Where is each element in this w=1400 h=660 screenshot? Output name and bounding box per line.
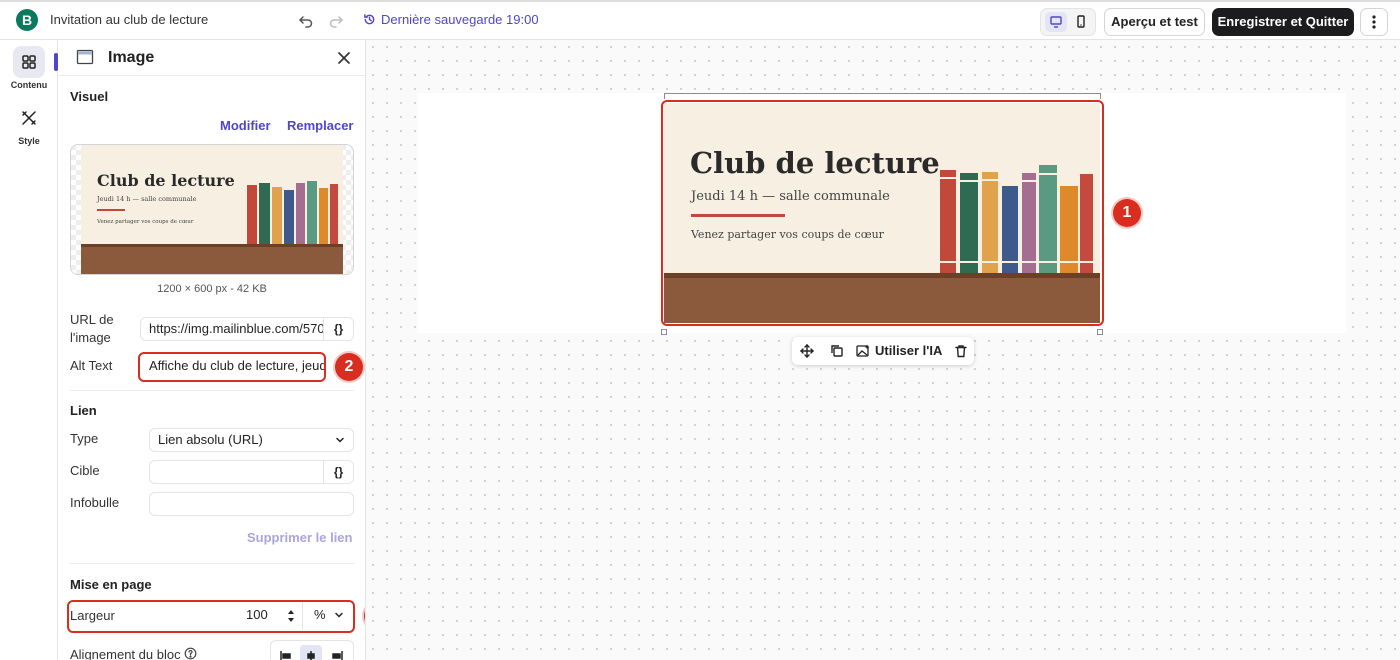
panel-title: Image bbox=[108, 49, 155, 66]
merge-tag-icon[interactable]: {} bbox=[323, 461, 353, 483]
align-center-icon[interactable] bbox=[300, 645, 322, 660]
highlight-box-image bbox=[661, 100, 1104, 326]
highlight-box-alt-text bbox=[138, 352, 326, 382]
redo-icon[interactable] bbox=[327, 12, 345, 30]
visual-section-title: Visuel bbox=[70, 89, 109, 104]
editor-canvas[interactable]: Club de lecture Jeudi 14 h — salle commu… bbox=[366, 40, 1400, 660]
trash-icon[interactable] bbox=[953, 343, 969, 359]
link-target-field[interactable]: {} bbox=[149, 460, 354, 484]
image-block-icon bbox=[76, 48, 94, 66]
thumbnail-subtitle: Jeudi 14 h — salle communale bbox=[96, 195, 197, 203]
selection-outline bbox=[664, 93, 665, 99]
replace-image-link[interactable]: Remplacer bbox=[287, 118, 353, 133]
layout-section-title: Mise en page bbox=[70, 577, 152, 592]
block-alignment-text: Alignement du bloc bbox=[70, 647, 181, 660]
step-badge-2: 2 bbox=[335, 353, 363, 381]
ai-image-icon[interactable] bbox=[855, 343, 871, 359]
side-rail: Contenu Style bbox=[0, 40, 58, 660]
target-label: Cible bbox=[70, 463, 100, 478]
device-toggle bbox=[1040, 8, 1096, 36]
align-right-icon[interactable] bbox=[326, 645, 348, 660]
brush-ruler-icon bbox=[13, 102, 45, 134]
highlight-box-width bbox=[67, 600, 355, 633]
close-icon[interactable] bbox=[336, 50, 352, 66]
alt-text-label: Alt Text bbox=[70, 358, 113, 373]
image-thumbnail[interactable]: Club de lecture Jeudi 14 h — salle commu… bbox=[70, 144, 354, 275]
type-label: Type bbox=[70, 431, 99, 446]
document-title[interactable]: Invitation au club de lecture bbox=[50, 12, 208, 27]
selection-outline bbox=[1100, 93, 1101, 99]
link-type-select[interactable]: Lien absolu (URL) bbox=[149, 428, 354, 452]
top-bar: B Invitation au club de lecture Dernière… bbox=[0, 0, 1400, 40]
save-status-text: Dernière sauvegarde 19:00 bbox=[381, 12, 539, 27]
save-status: Dernière sauvegarde 19:00 bbox=[363, 12, 539, 27]
image-info: 1200 × 600 px - 42 KB bbox=[157, 283, 267, 295]
divider bbox=[70, 563, 354, 564]
use-ai-button[interactable]: Utiliser l'IA bbox=[875, 343, 942, 358]
rail-item-content[interactable]: Contenu bbox=[0, 46, 58, 90]
align-left-icon[interactable] bbox=[275, 645, 297, 660]
undo-icon[interactable] bbox=[297, 12, 315, 30]
thumbnail-title: Club de lecture bbox=[97, 171, 235, 190]
image-url-value: https://img.mailinblue.com/570 bbox=[149, 321, 325, 336]
rail-item-style-label: Style bbox=[18, 136, 40, 146]
chevron-down-icon bbox=[335, 435, 345, 445]
step-badge-1: 1 bbox=[1113, 199, 1141, 227]
url-label: URL de l'image bbox=[70, 312, 114, 345]
more-options-icon[interactable] bbox=[1360, 8, 1388, 36]
move-icon[interactable] bbox=[799, 343, 815, 359]
link-section-title: Lien bbox=[70, 403, 97, 418]
desktop-view-icon[interactable] bbox=[1045, 12, 1067, 32]
alignment-button-group bbox=[270, 640, 354, 660]
history-icon bbox=[363, 13, 376, 26]
tooltip-field[interactable] bbox=[149, 492, 354, 516]
preview-test-button[interactable]: Aperçu et test bbox=[1104, 8, 1205, 36]
remove-link-button[interactable]: Supprimer le lien bbox=[247, 530, 352, 545]
help-icon[interactable] bbox=[184, 647, 197, 660]
panel-header: Image bbox=[58, 40, 365, 76]
block-alignment-label: Alignement du bloc bbox=[70, 646, 181, 660]
selection-outline bbox=[664, 93, 1101, 94]
blocks-grid-icon bbox=[13, 46, 45, 78]
resize-handle[interactable] bbox=[1097, 329, 1103, 335]
resize-handle[interactable] bbox=[661, 329, 667, 335]
modify-image-link[interactable]: Modifier bbox=[220, 118, 271, 133]
rail-item-content-label: Contenu bbox=[10, 80, 48, 90]
brand-logo[interactable]: B bbox=[16, 9, 38, 31]
mobile-view-icon[interactable] bbox=[1070, 12, 1092, 32]
merge-tag-icon[interactable]: {} bbox=[323, 318, 353, 340]
rail-item-style[interactable]: Style bbox=[0, 102, 58, 146]
image-settings-panel: Image Visuel Modifier Remplacer Club de … bbox=[58, 40, 366, 660]
divider bbox=[70, 390, 354, 391]
save-quit-button[interactable]: Enregistrer et Quitter bbox=[1212, 8, 1354, 36]
image-url-field[interactable]: https://img.mailinblue.com/570 {} bbox=[140, 317, 354, 341]
image-floating-toolbar: Utiliser l'IA bbox=[792, 337, 974, 365]
tooltip-label: Infobulle bbox=[70, 495, 120, 510]
link-type-value: Lien absolu (URL) bbox=[158, 432, 263, 447]
duplicate-icon[interactable] bbox=[829, 343, 845, 359]
thumbnail-tagline: Venez partager vos coups de cœur bbox=[96, 219, 194, 225]
